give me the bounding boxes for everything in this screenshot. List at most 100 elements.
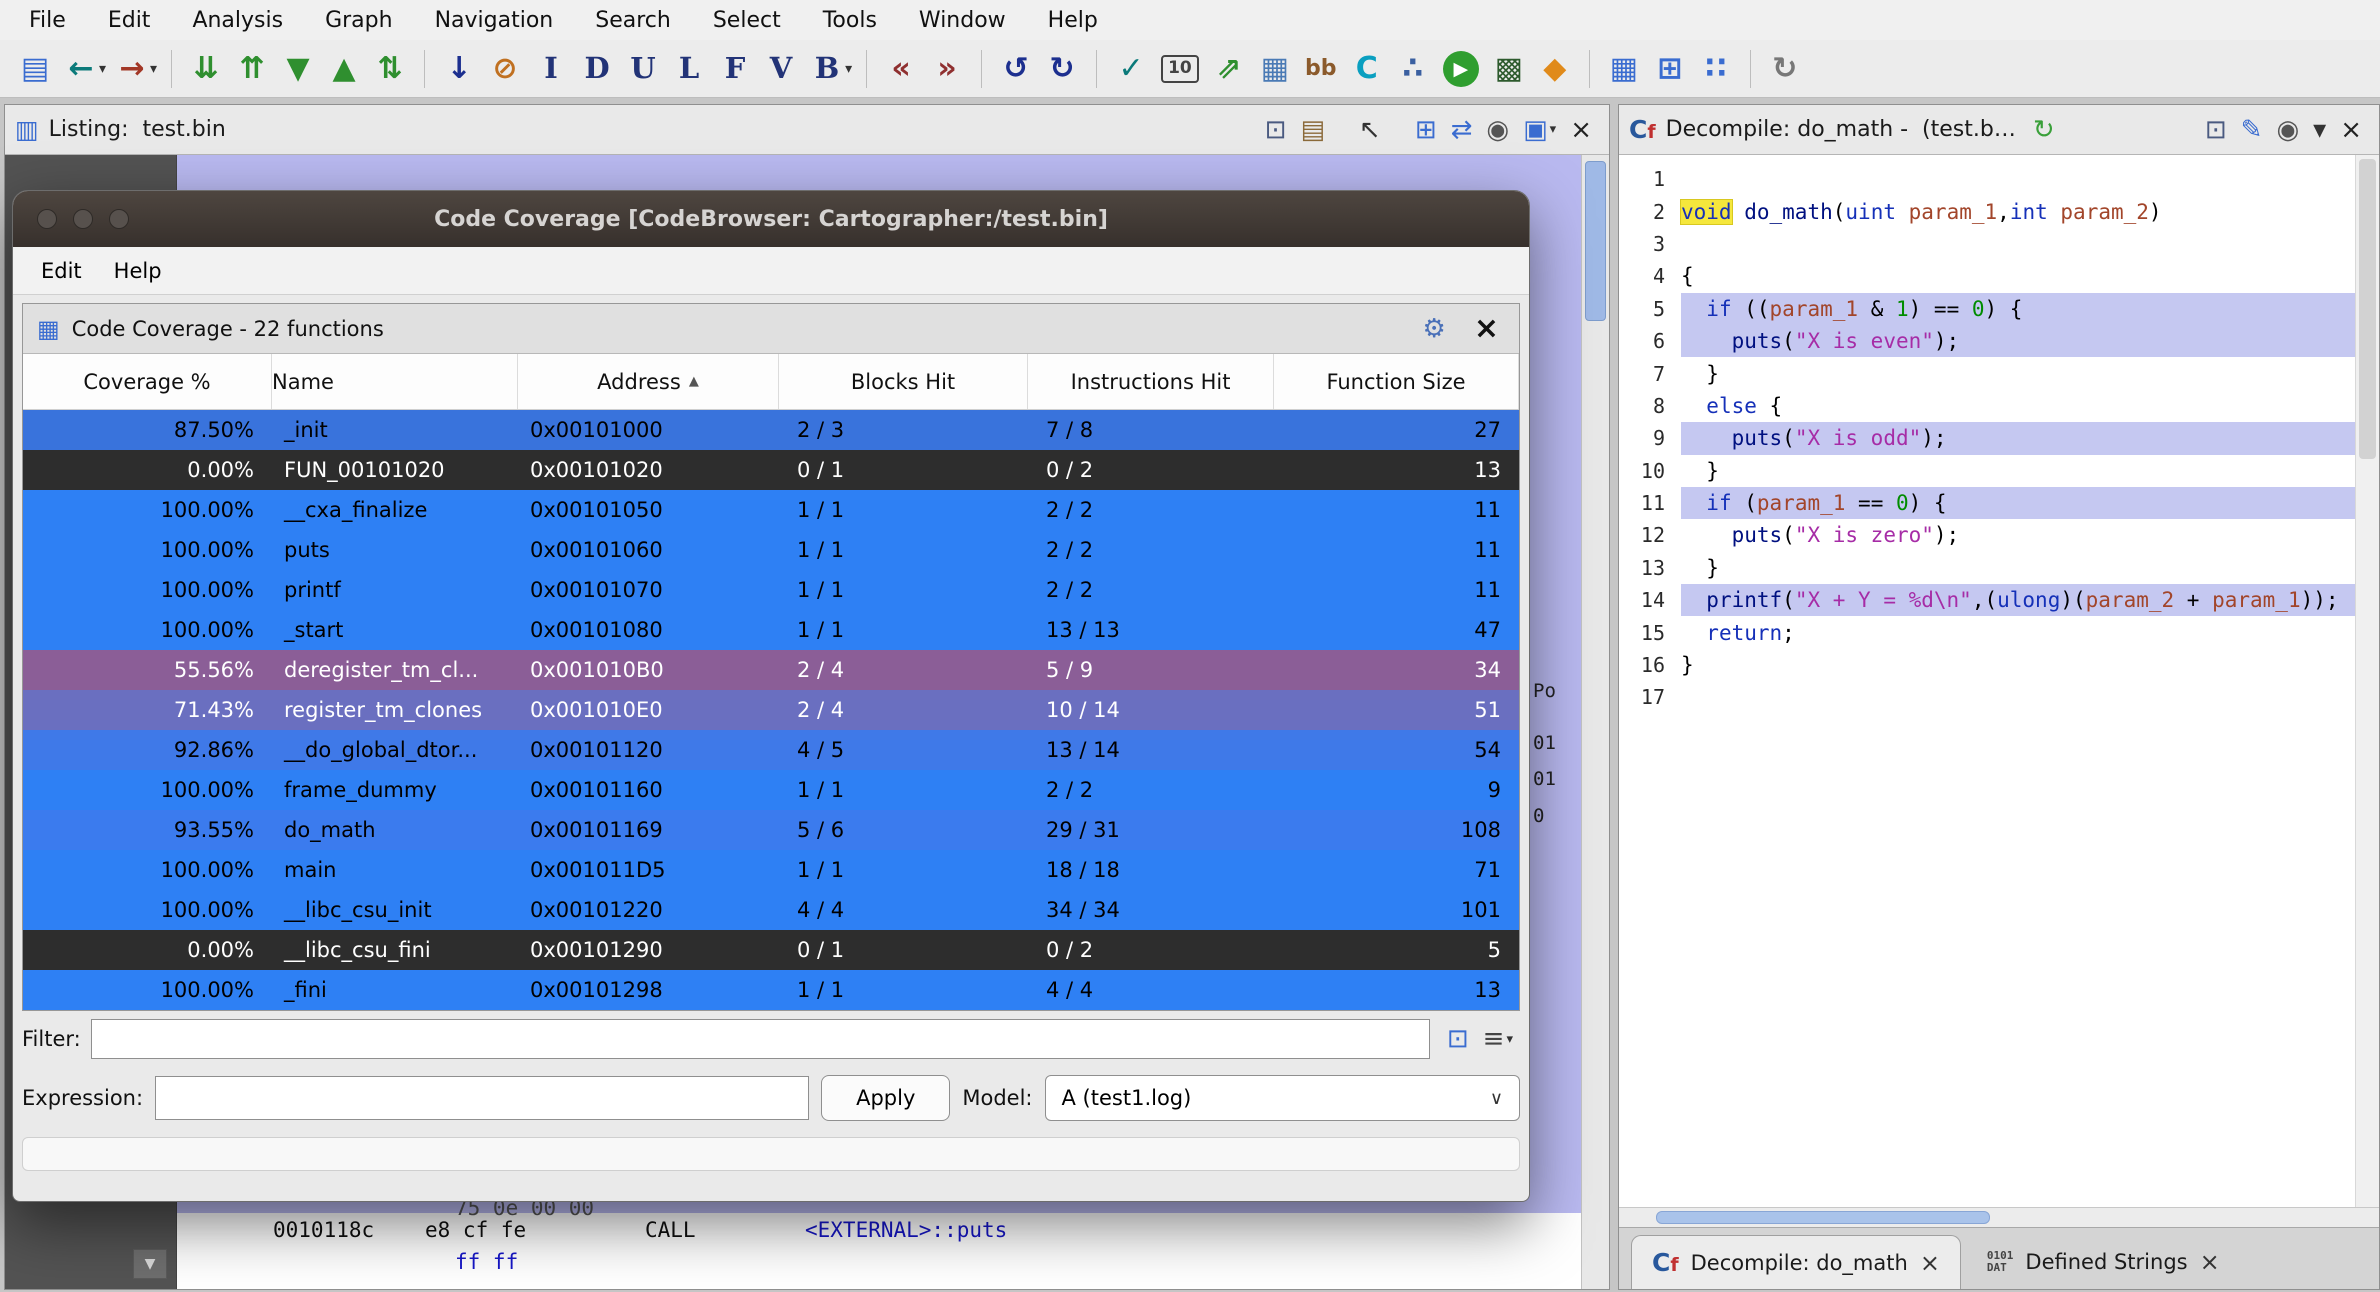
expand-block-icon[interactable]: ▲ xyxy=(321,44,367,94)
bytes-icon[interactable]: bb xyxy=(1298,44,1344,94)
coverage-table-row[interactable]: 0.00%__libc_csu_fini0x001012900 / 10 / 2… xyxy=(23,930,1519,970)
memory-map-icon[interactable]: ▩ xyxy=(1486,44,1532,94)
nav-back-icon[interactable]: ←▾ xyxy=(58,44,109,94)
snapshot-icon[interactable]: ◉ xyxy=(2269,110,2306,150)
code-line[interactable]: 7 } xyxy=(1619,357,2355,389)
window-titlebar[interactable]: Code Coverage [CodeBrowser: Cartographer… xyxy=(13,191,1529,247)
window-close-button[interactable] xyxy=(37,209,57,229)
bookmark-icon[interactable]: B▾ xyxy=(804,44,855,94)
menu-graph[interactable]: Graph xyxy=(304,0,413,40)
jump-down-icon[interactable]: ↓ xyxy=(436,44,482,94)
code-line[interactable]: 16} xyxy=(1619,649,2355,681)
close-icon[interactable]: × xyxy=(2333,110,2369,150)
sync-icon[interactable]: ↻ xyxy=(1762,44,1808,94)
menu-search[interactable]: Search xyxy=(574,0,692,40)
code-line[interactable]: 6 puts("X is even"); xyxy=(1619,325,2355,357)
code-line[interactable]: 17 xyxy=(1619,681,2355,713)
tab-defined-strings[interactable]: 0101DATDefined Strings× xyxy=(1967,1235,2240,1289)
selection-cursor-icon[interactable]: ↖ xyxy=(1352,110,1388,150)
code-line[interactable]: 14 printf("X + Y = %d\n",(ulong)(param_2… xyxy=(1619,584,2355,616)
coverage-table-row[interactable]: 100.00%_fini0x001012981 / 14 / 413 xyxy=(23,970,1519,1010)
filter-clear-icon[interactable]: ⊡ xyxy=(1440,1019,1476,1059)
decompile-vertical-scrollbar[interactable] xyxy=(2355,155,2379,1207)
menu-select[interactable]: Select xyxy=(692,0,802,40)
listing-line[interactable]: 0010118ce8 cf feCALL<EXTERNAL>::puts xyxy=(177,1218,1581,1250)
dual-listing-icon[interactable]: ⊞ xyxy=(1408,110,1444,150)
coverage-table-row[interactable]: 100.00%printf0x001010701 / 12 / 211 xyxy=(23,570,1519,610)
dropdown-arrow-icon[interactable]: ▾ xyxy=(150,61,157,77)
dropdown-arrow-icon[interactable]: ▾ xyxy=(1550,122,1557,137)
menu-help[interactable]: Help xyxy=(1027,0,1119,40)
coverage-table-row[interactable]: 55.56%deregister_tm_cl...0x001010B02 / 4… xyxy=(23,650,1519,690)
call-tree-icon[interactable]: ∴ xyxy=(1390,44,1436,94)
filter-options-icon[interactable]: ≡▾ xyxy=(1476,1019,1520,1059)
defined-data-icon[interactable]: ▦ xyxy=(1601,44,1647,94)
code-line[interactable]: 15 return; xyxy=(1619,616,2355,648)
coverage-table-row[interactable]: 100.00%__cxa_finalize0x001010501 / 12 / … xyxy=(23,490,1519,530)
decompile-horizontal-scrollbar[interactable] xyxy=(1619,1207,2379,1227)
copy-icon[interactable]: ⊡ xyxy=(2198,110,2234,150)
menu-tools[interactable]: Tools xyxy=(802,0,898,40)
column-header-function-size[interactable]: Function Size xyxy=(1274,354,1519,409)
search-next-icon[interactable]: » xyxy=(924,44,970,94)
coverage-menu-edit[interactable]: Edit xyxy=(25,259,98,283)
menu-analysis[interactable]: Analysis xyxy=(171,0,304,40)
undo-icon[interactable]: ↺ xyxy=(993,44,1039,94)
clear-flow-icon[interactable]: ⊘ xyxy=(482,44,528,94)
window-zoom-button[interactable] xyxy=(109,209,129,229)
coverage-table-row[interactable]: 71.43%register_tm_clones0x001010E02 / 41… xyxy=(23,690,1519,730)
c-refresh-icon[interactable]: C xyxy=(1344,44,1390,94)
clone-panel-icon[interactable]: ▣▾ xyxy=(1516,110,1563,150)
close-icon[interactable]: × xyxy=(2200,1248,2220,1276)
column-header-blocks-hit[interactable]: Blocks Hit xyxy=(779,354,1028,409)
dropdown-arrow-icon[interactable]: ▾ xyxy=(845,61,852,77)
apply-button[interactable]: Apply xyxy=(821,1075,950,1121)
coverage-table-row[interactable]: 0.00%FUN_001010200x001010200 / 10 / 213 xyxy=(23,450,1519,490)
code-line[interactable]: 2void do_math(uint param_1,int param_2) xyxy=(1619,195,2355,227)
copy-icon[interactable]: ⊡ xyxy=(1258,110,1294,150)
code-line[interactable]: 8 else { xyxy=(1619,390,2355,422)
search-previous-icon[interactable]: « xyxy=(878,44,924,94)
close-icon[interactable]: × xyxy=(1468,311,1505,346)
refresh-icon[interactable]: ↻ xyxy=(2026,110,2062,150)
coverage-table-row[interactable]: 100.00%puts0x001010601 / 12 / 211 xyxy=(23,530,1519,570)
dropdown-arrow-icon[interactable]: ▾ xyxy=(99,61,106,77)
coverage-table-row[interactable]: 93.55%do_math0x001011695 / 629 / 31108 xyxy=(23,810,1519,850)
scrollbar-down-arrow-icon[interactable]: ▼ xyxy=(133,1249,167,1279)
checkout-icon[interactable]: ◆ xyxy=(1532,44,1578,94)
new-window-icon[interactable]: ⊞ xyxy=(1647,44,1693,94)
create-label-icon[interactable]: L xyxy=(666,44,712,94)
coverage-table-row[interactable]: 100.00%_start0x001010801 / 113 / 1347 xyxy=(23,610,1519,650)
scrollbar-thumb[interactable] xyxy=(1585,161,1606,321)
code-line[interactable]: 10 } xyxy=(1619,455,2355,487)
save-icon[interactable]: ▤ xyxy=(12,44,58,94)
menu-window[interactable]: Window xyxy=(898,0,1027,40)
code-line[interactable]: 3 xyxy=(1619,228,2355,260)
model-select[interactable]: A (test1.log) ∨ xyxy=(1045,1075,1520,1121)
define-data-icon[interactable]: D xyxy=(574,44,620,94)
undefine-icon[interactable]: U xyxy=(620,44,666,94)
edit-function-icon[interactable]: ✎ xyxy=(2234,110,2270,150)
create-function-icon[interactable]: F xyxy=(712,44,758,94)
menu-file[interactable]: File xyxy=(8,0,87,40)
data-table-icon[interactable]: ▦ xyxy=(1252,44,1298,94)
code-line[interactable]: 12 puts("X is zero"); xyxy=(1619,519,2355,551)
close-icon[interactable]: × xyxy=(1563,110,1599,150)
panel-menu-icon[interactable]: ▾ xyxy=(2306,110,2333,150)
binary-view-icon[interactable]: 10 xyxy=(1154,44,1206,94)
paste-icon[interactable]: ▤ xyxy=(1293,110,1332,150)
validate-icon[interactable]: ✓ xyxy=(1108,44,1154,94)
listing-line[interactable]: ff ff xyxy=(177,1250,1581,1282)
coverage-table-row[interactable]: 92.86%__do_global_dtor...0x001011204 / 5… xyxy=(23,730,1519,770)
coverage-table-row[interactable]: 100.00%__libc_csu_init0x001012204 / 434 … xyxy=(23,890,1519,930)
function-graph-icon[interactable]: ∷ xyxy=(1693,44,1739,94)
export-icon[interactable]: ⇗ xyxy=(1206,44,1252,94)
close-icon[interactable]: × xyxy=(1920,1249,1940,1277)
coverage-table-row[interactable]: 100.00%frame_dummy0x001011601 / 12 / 29 xyxy=(23,770,1519,810)
scrollbar-thumb[interactable] xyxy=(2359,159,2376,459)
coverage-table-row[interactable]: 87.50%_init0x001010002 / 37 / 827 xyxy=(23,410,1519,450)
expand-up-icon[interactable]: ⇈ xyxy=(229,44,275,94)
column-header-coverage[interactable]: Coverage % xyxy=(23,354,272,409)
instruction-info-icon[interactable]: I xyxy=(528,44,574,94)
coverage-menu-help[interactable]: Help xyxy=(98,259,178,283)
